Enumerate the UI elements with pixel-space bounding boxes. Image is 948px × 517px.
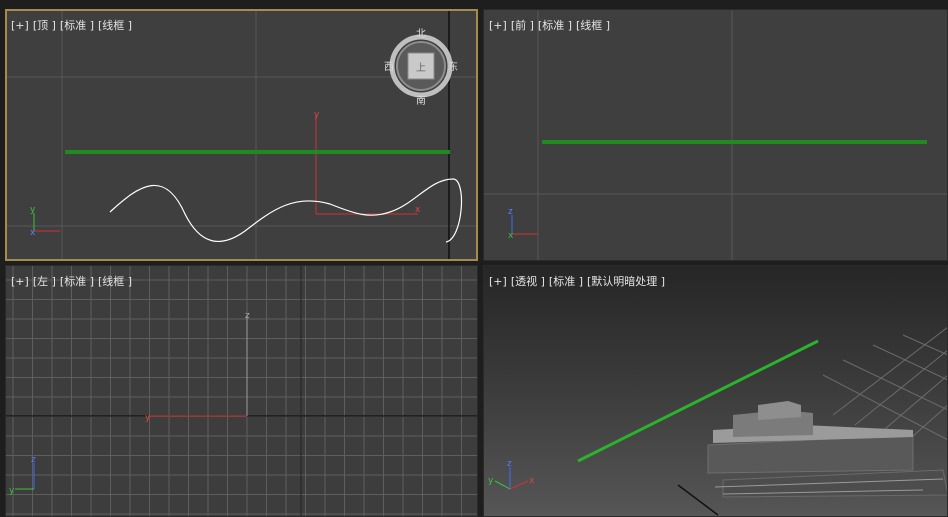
viewport-view-menu[interactable]: [顶 ]	[33, 19, 56, 32]
viewport-perspective-label: [+] [透视 ] [标准 ] [默认明暗处理 ]	[489, 273, 669, 289]
extruded-object	[707, 401, 948, 498]
tripod-y-label: y	[488, 476, 494, 486]
tripod-x-axis	[509, 480, 529, 490]
gizmo-x-label: x	[415, 205, 421, 215]
viewport-top-canvas[interactable]: y x y x 上 北 南 东 西	[5, 9, 478, 261]
viewport-perspective-canvas[interactable]: z x y	[483, 265, 948, 517]
world-axis-line	[677, 484, 719, 516]
viewport-plus-menu[interactable]: [+]	[11, 19, 29, 32]
tripod-y-label: y	[9, 486, 15, 496]
viewport-mode-menu[interactable]: [线框 ]	[98, 19, 132, 32]
viewport-view-menu[interactable]: [前 ]	[511, 19, 534, 32]
viewport-left[interactable]: z y z y [+] [左 ] [标准 ] [线框 ]	[5, 265, 478, 517]
viewport-plus-menu[interactable]: [+]	[11, 275, 29, 288]
tripod-y-label: y	[30, 205, 36, 215]
quad-viewport-area: y x y x 上 北 南 东 西 [+] [顶 ] [标准] [线框] z…	[0, 0, 948, 517]
compass-north: 北	[416, 28, 426, 40]
viewport-shading-menu[interactable]: [标准 ]	[538, 19, 572, 32]
tripod-z-label: z	[507, 459, 512, 469]
grid	[5, 265, 478, 517]
viewport-perspective[interactable]: z x y [+] [透视 ] [标准 ] [默认明暗处理 ]	[483, 265, 948, 517]
compass-east: 东	[448, 60, 458, 73]
viewport-left-label: [+] [左 ] [标准 ] [线框 ]	[11, 273, 136, 289]
viewport-plus-menu[interactable]: [+]	[489, 275, 507, 288]
viewport-mode-menu[interactable]: [默认明暗处理 ]	[587, 275, 665, 288]
viewport-shading-menu[interactable]: [标准 ]	[60, 275, 94, 288]
viewport-left-canvas[interactable]: z y z y	[5, 265, 478, 517]
gizmo-z-label: z	[245, 311, 250, 321]
tripod-y-axis	[494, 480, 511, 490]
tripod-x-label: x	[508, 231, 514, 241]
viewport-front[interactable]: z x [+] [前 ] [标准 ] [线框 ]	[483, 9, 948, 261]
white-spline	[109, 178, 463, 243]
viewcube-face-label: 上	[416, 62, 426, 74]
viewport-top-label: [+] [顶 ] [标准 ] [线框 ]	[11, 17, 136, 33]
viewport-top[interactable]: y x y x 上 北 南 东 西 [+] [顶 ] [标准] [线框]	[5, 9, 478, 261]
viewport-shading-menu[interactable]: [标准 ]	[549, 275, 583, 288]
tripod-z-label: z	[31, 455, 36, 465]
viewport-mode-menu[interactable]: [线框 ]	[576, 19, 610, 32]
viewport-front-canvas[interactable]: z x	[483, 9, 948, 261]
viewcube[interactable]: 上 北 南 东 西	[384, 28, 458, 107]
viewport-front-label: [+] [前 ] [标准 ] [线框 ]	[489, 17, 614, 33]
gizmo-y-label: y	[314, 110, 320, 120]
viewport-view-menu[interactable]: [透视 ]	[511, 275, 545, 288]
gizmo-y-label: y	[145, 413, 151, 423]
compass-south: 南	[416, 94, 426, 107]
viewport-shading-menu[interactable]: [标准 ]	[60, 19, 94, 32]
viewport-plus-menu[interactable]: [+]	[489, 19, 507, 32]
tripod-z-label: z	[508, 207, 513, 217]
tripod-x-label: x	[529, 476, 535, 486]
tripod-x-label: x	[30, 228, 36, 238]
compass-west: 西	[384, 62, 394, 73]
viewport-view-menu[interactable]: [左 ]	[33, 275, 56, 288]
viewport-mode-menu[interactable]: [线框 ]	[98, 275, 132, 288]
